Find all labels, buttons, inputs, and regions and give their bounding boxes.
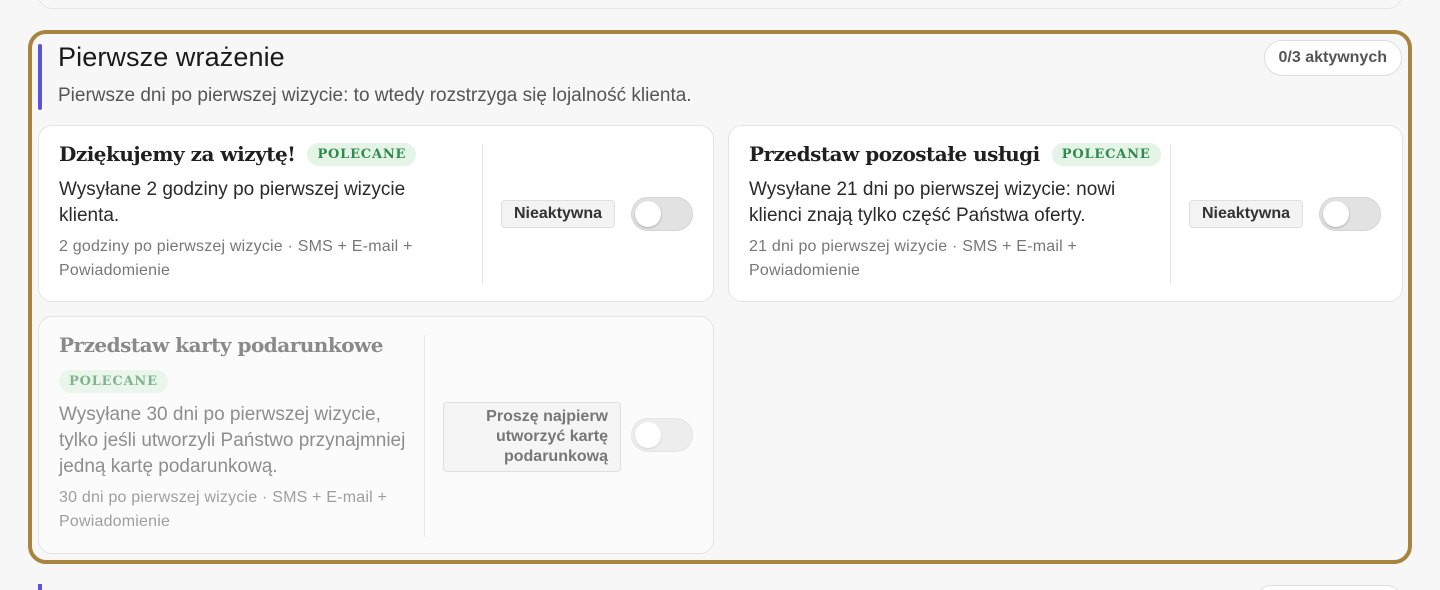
status-pill: Nieaktywna [501,200,616,228]
next-section-badge [1256,585,1402,590]
toggle-knob [635,201,661,227]
card-title-row: Dziękujemy za wizytę! POLECANE [59,142,417,166]
recommended-badge: POLECANE [1051,142,1161,166]
next-section-accent [38,584,42,590]
automation-card-other-services: Przedstaw pozostałe usługi POLECANE Wysy… [728,125,1403,302]
card-title: Przedstaw pozostałe usługi [749,142,1040,166]
first-impression-section: Pierwsze wrażenie Pierwsze dni po pierws… [28,30,1412,564]
section-accent-bar [38,44,42,110]
card-title-row: Przedstaw pozostałe usługi POLECANE [749,142,1161,166]
toggle-knob [635,422,661,448]
card-meta: 2 godziny po pierwszej wizycie · SMS + E… [59,238,413,279]
activation-toggle[interactable] [631,197,693,231]
previous-section-card [38,0,1402,9]
toggle-knob [1323,201,1349,227]
card-meta: 21 dni po pierwszej wizycie · SMS + E-ma… [749,238,1078,279]
badge-wrapper: POLECANE [47,370,168,393]
active-count-badge: 0/3 aktywnych [1263,40,1402,76]
card-title: Przedstaw karty podarunkowe [59,333,383,357]
card-divider [482,144,483,284]
card-title-row: Przedstaw karty podarunkowe [59,333,383,357]
card-meta: 30 dni po pierwszej wizycie · SMS + E-ma… [59,489,388,530]
section-description: Pierwsze dni po pierwszej wizycie: to wt… [58,85,692,106]
card-description: Wysyłane 30 dni po pierwszej wizycie, ty… [59,404,406,477]
card-divider [1170,144,1171,284]
automation-card-thank-you: Dziękujemy za wizytę! POLECANE Wysyłane … [38,125,714,302]
card-description: Wysyłane 21 dni po pierwszej wizycie: no… [749,179,1116,226]
status-hint: Proszę najpierw utworzyć kartę podarunko… [443,402,621,472]
card-title: Dziękujemy za wizytę! [59,142,296,166]
activation-toggle[interactable] [1319,197,1381,231]
recommended-badge: POLECANE [59,370,168,393]
card-description: Wysyłane 2 godziny po pierwszej wizycie … [59,179,406,226]
activation-toggle [631,418,693,452]
section-title: Pierwsze wrażenie [58,42,285,72]
status-pill: Nieaktywna [1189,200,1304,228]
recommended-badge: POLECANE [307,142,417,166]
automation-card-gift-cards: Przedstaw karty podarunkowe POLECANE Wys… [38,316,714,554]
card-divider [424,335,425,537]
